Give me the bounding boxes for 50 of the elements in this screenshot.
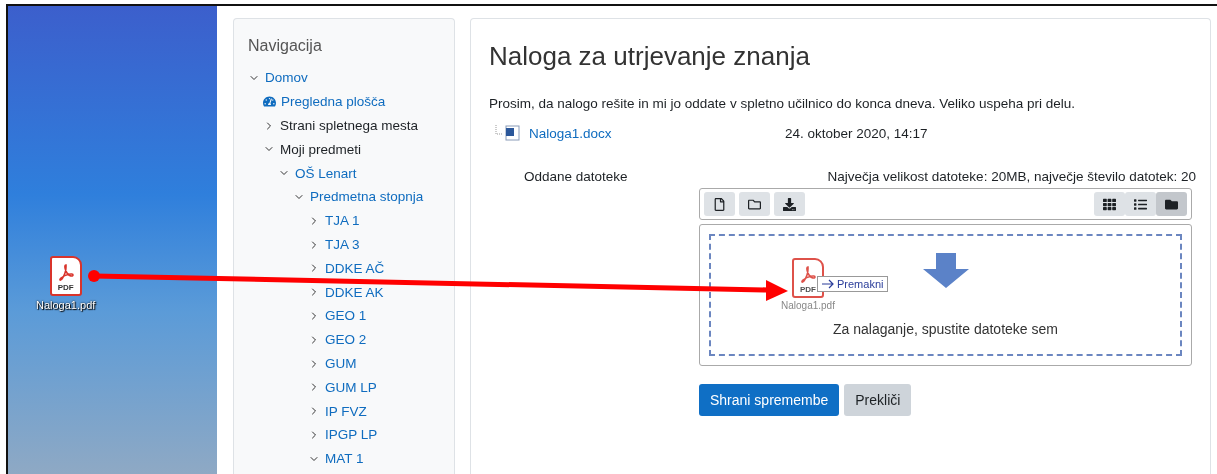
folder-action-button[interactable] [739, 192, 770, 216]
nav-item[interactable]: Strani spletnega mesta [280, 114, 419, 138]
nav-item[interactable]: GEO 2 [325, 328, 367, 352]
tooltip-text: Premakni [837, 278, 884, 290]
folder-icon [748, 197, 761, 211]
list-view-icon [1134, 197, 1147, 211]
drop-message: Za nalaganje, spustite datoteke sem [833, 321, 1058, 337]
nav-item[interactable]: DDKE AČ [325, 256, 385, 281]
attachment-date: 24. oktober 2020, 14:17 [785, 125, 929, 141]
nav-item[interactable]: GUM [325, 352, 357, 376]
nav-item[interactable]: TJA 1 [325, 209, 360, 233]
save-button[interactable]: Shrani spremembe [699, 384, 840, 416]
nav-item[interactable]: Predmetna stopnja [310, 185, 424, 209]
nav-item[interactable]: MAT 1 [325, 447, 364, 471]
nav-item[interactable]: Moji predmeti [280, 137, 362, 162]
view-mode-button[interactable] [1125, 192, 1156, 216]
dashboard-icon [263, 94, 276, 108]
upload-limits-text: Največja velikost datoteke: 20MB, največje število datotek: 20 [827, 169, 1196, 184]
cancel-button[interactable]: Prekliči [844, 384, 912, 416]
nav-item[interactable]: DDKE AK [325, 280, 384, 304]
nav-item[interactable]: OŠ Lenart [295, 161, 357, 185]
down-arrow-icon [921, 253, 970, 289]
description-text: Prosim, da nalogo rešite in mi jo oddate v spletno učilnico do konca dneva. Veliko uspeha pri delu. [489, 96, 1077, 111]
word-document-icon [495, 125, 521, 141]
attachment-link[interactable]: Naloga1.docx [529, 125, 612, 141]
file-action-button[interactable] [704, 192, 735, 216]
view-mode-button[interactable] [1156, 192, 1187, 216]
nav-item[interactable]: TJA 3 [325, 233, 360, 257]
panel-title: Navigacija [248, 37, 323, 55]
field-label: Oddane datoteke [523, 169, 629, 186]
file-type-label: PDF [799, 285, 816, 294]
grid-view-icon [1103, 197, 1116, 211]
desktop-file-name[interactable]: Naloga1.pdf [36, 299, 96, 311]
nav-item[interactable]: Domov [265, 66, 308, 90]
nav-item[interactable]: GEO 1 [325, 304, 367, 328]
nav-item[interactable]: IP FVZ [325, 399, 367, 423]
dragged-file-name: Naloga1.pdf [781, 300, 835, 311]
page-title: Naloga za utrjevanje znanja [489, 41, 811, 72]
new-file-icon [713, 197, 726, 211]
folder-view-icon [1165, 197, 1178, 211]
nav-item[interactable]: Pregledna plošča [281, 89, 386, 113]
arrow-right-icon [822, 279, 834, 289]
pdf-file-icon[interactable]: PDF [49, 256, 82, 296]
download-icon [783, 197, 796, 211]
view-mode-button[interactable] [1094, 192, 1125, 216]
nav-item[interactable]: GUM LP [325, 375, 377, 400]
drop-zone[interactable]: Za nalaganje, spustite datoteke sem PDF Naloga1.pdf Premakni [709, 234, 1182, 356]
file-type-label: PDF [57, 283, 74, 292]
nav-item[interactable]: IPGP LP [325, 423, 378, 447]
download-action-button[interactable] [774, 192, 805, 216]
